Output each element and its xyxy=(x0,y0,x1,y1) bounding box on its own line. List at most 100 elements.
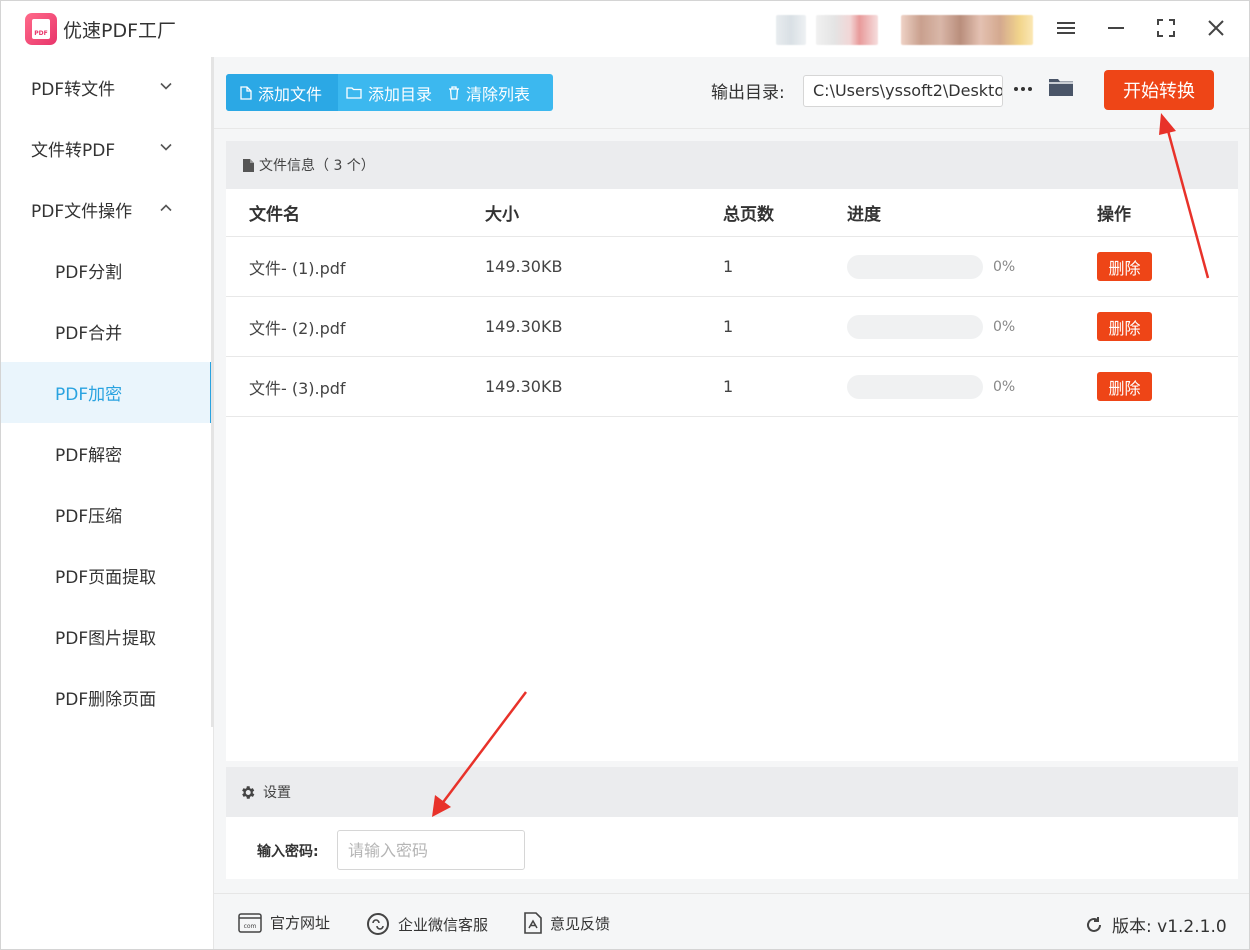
sidebar-group-pdf-to-file[interactable]: PDF转文件 xyxy=(1,57,213,118)
sidebar-item-label: PDF分割 xyxy=(55,263,123,283)
app-logo-icon: PDF xyxy=(25,13,57,45)
add-folder-label: 添加目录 xyxy=(368,84,433,104)
chevron-up-icon xyxy=(160,204,172,212)
file-pages: 1 xyxy=(723,377,734,396)
file-progress: 0% xyxy=(825,314,1075,339)
website-icon: com xyxy=(238,912,262,933)
feedback-label: 意见反馈 xyxy=(550,914,611,933)
file-toolbar: 添加文件 添加目录 清除列表 xyxy=(226,74,553,111)
file-info-title: 文件信息（ 3 个） xyxy=(259,158,375,174)
table-row: 文件- (1).pdf 149.30KB 1 0% 删除 xyxy=(226,237,1238,297)
clear-list-label: 清除列表 xyxy=(466,84,531,104)
feedback-link[interactable]: 意见反馈 xyxy=(524,912,610,934)
start-convert-button[interactable]: 开始转换 xyxy=(1104,70,1214,110)
table-row: 文件- (2).pdf 149.30KB 1 0% 删除 xyxy=(226,297,1238,357)
app-title: 优速PDF工厂 xyxy=(63,20,177,42)
feedback-icon xyxy=(524,912,542,934)
folder-icon[interactable] xyxy=(1047,75,1075,103)
progress-bar xyxy=(847,314,983,339)
column-header-action: 操作 xyxy=(1097,205,1131,225)
file-progress: 0% xyxy=(825,254,1075,279)
sidebar: PDF转文件 文件转PDF PDF文件操作 PDF分割 PDF合并 PDF加密 … xyxy=(1,57,214,949)
file-pages: 1 xyxy=(723,317,734,336)
sidebar-group-pdf-operations[interactable]: PDF文件操作 xyxy=(1,179,213,240)
output-dir-field[interactable]: C:\Users\yssoft2\Desktop xyxy=(803,75,1003,107)
sidebar-item-label: PDF压缩 xyxy=(55,507,123,527)
sidebar-item-pdf-compress[interactable]: PDF压缩 xyxy=(1,484,213,545)
sidebar-item-pdf-delete-pages[interactable]: PDF删除页面 xyxy=(1,667,213,728)
version-label: 版本: v1.2.1.0 xyxy=(1112,917,1227,937)
sidebar-item-pdf-merge[interactable]: PDF合并 xyxy=(1,301,213,362)
sidebar-item-label: PDF解密 xyxy=(55,446,123,466)
menu-icon[interactable] xyxy=(1046,11,1086,45)
footer: com 官方网址 企业微信客服 意见反馈 版本: v1.2.1.0 xyxy=(214,893,1249,949)
file-pages: 1 xyxy=(723,257,734,276)
wechat-support-link[interactable]: 企业微信客服 xyxy=(366,912,488,936)
official-website-label: 官方网址 xyxy=(270,914,331,932)
app-window: PDF 优速PDF工厂 PDF转文件 文件转PDF PDF文件操作 PDF分割 … xyxy=(0,0,1250,950)
website-icon-label: com xyxy=(244,923,257,930)
file-progress: 0% xyxy=(825,374,1075,399)
toolbar: 添加文件 添加目录 清除列表 输出目录: C:\Users\yssoft2\De… xyxy=(214,57,1249,129)
table-header: 文件名 大小 总页数 进度 操作 xyxy=(226,189,1238,237)
column-header-size: 大小 xyxy=(485,205,519,225)
settings-header: 设置 xyxy=(226,767,1238,817)
version-info[interactable]: 版本: v1.2.1.0 xyxy=(1084,912,1227,937)
column-header-pages: 总页数 xyxy=(723,205,774,225)
chevron-down-icon xyxy=(160,82,172,90)
delete-button[interactable]: 删除 xyxy=(1097,372,1152,401)
chat-icon xyxy=(367,913,389,935)
sidebar-group-file-to-pdf[interactable]: 文件转PDF xyxy=(1,118,213,179)
sidebar-item-pdf-encrypt[interactable]: PDF加密 xyxy=(1,362,213,423)
file-name: 文件- (1).pdf xyxy=(249,258,346,278)
app-logo-label: PDF xyxy=(32,19,50,39)
maximize-icon[interactable] xyxy=(1146,11,1186,45)
password-label: 输入密码: xyxy=(257,844,319,860)
add-folder-button[interactable]: 添加目录 xyxy=(338,74,440,111)
file-name: 文件- (2).pdf xyxy=(249,318,346,338)
close-icon[interactable] xyxy=(1196,11,1236,45)
file-icon xyxy=(240,85,252,100)
file-size: 149.30KB xyxy=(485,257,563,276)
wechat-support-label: 企业微信客服 xyxy=(398,915,489,934)
sidebar-group-label: PDF文件操作 xyxy=(31,202,133,222)
progress-bar xyxy=(847,254,983,279)
sidebar-item-pdf-page-extract[interactable]: PDF页面提取 xyxy=(1,545,213,606)
file-size: 149.30KB xyxy=(485,317,563,336)
file-name: 文件- (3).pdf xyxy=(249,378,346,398)
password-input[interactable] xyxy=(337,830,525,870)
title-bar: PDF 优速PDF工厂 xyxy=(1,1,1249,57)
sidebar-group-label: PDF转文件 xyxy=(31,80,116,100)
file-size: 149.30KB xyxy=(485,377,563,396)
sidebar-item-label: PDF删除页面 xyxy=(55,690,157,710)
sidebar-item-pdf-image-extract[interactable]: PDF图片提取 xyxy=(1,606,213,667)
folder-outline-icon xyxy=(346,87,362,99)
add-file-button[interactable]: 添加文件 xyxy=(226,74,338,111)
more-options-icon[interactable] xyxy=(1011,77,1035,101)
sidebar-item-pdf-split[interactable]: PDF分割 xyxy=(1,240,213,301)
redacted-image xyxy=(776,15,806,45)
minimize-icon[interactable] xyxy=(1096,11,1136,45)
progress-percent: 0% xyxy=(993,258,1016,275)
trash-icon xyxy=(449,85,460,100)
chevron-down-icon xyxy=(160,143,172,151)
refresh-icon xyxy=(1087,916,1101,932)
progress-percent: 0% xyxy=(993,378,1016,395)
sidebar-item-label: PDF加密 xyxy=(55,385,123,405)
gear-icon xyxy=(242,785,255,799)
sidebar-item-label: PDF合并 xyxy=(55,324,123,344)
add-file-label: 添加文件 xyxy=(258,84,323,104)
clear-list-button[interactable]: 清除列表 xyxy=(440,74,538,111)
settings-body: 输入密码: xyxy=(226,817,1238,879)
delete-button[interactable]: 删除 xyxy=(1097,252,1152,281)
sidebar-group-label: 文件转PDF xyxy=(31,141,116,161)
progress-bar xyxy=(847,374,983,399)
sidebar-item-pdf-decrypt[interactable]: PDF解密 xyxy=(1,423,213,484)
output-dir-label: 输出目录: xyxy=(711,83,785,103)
sidebar-item-label: PDF图片提取 xyxy=(55,629,157,649)
sidebar-item-label: PDF页面提取 xyxy=(55,568,157,588)
delete-button[interactable]: 删除 xyxy=(1097,312,1152,341)
main-content: 添加文件 添加目录 清除列表 输出目录: C:\Users\yssoft2\De… xyxy=(214,57,1249,893)
column-header-progress: 进度 xyxy=(847,205,881,225)
official-website-link[interactable]: com 官方网址 xyxy=(238,912,330,933)
